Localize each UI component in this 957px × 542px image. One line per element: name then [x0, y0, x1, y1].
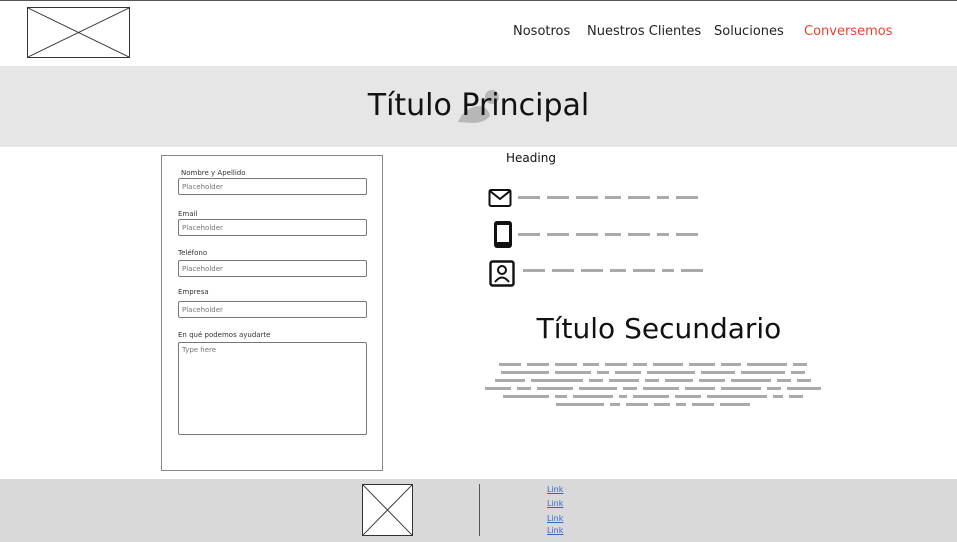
secondary-title: Título Secundario [536, 312, 782, 345]
field-label-email: Email [178, 210, 198, 218]
footer-logo-placeholder[interactable] [362, 484, 413, 536]
email-input[interactable] [178, 219, 367, 236]
site-header: Nosotros Nuestros Clientes Soluciones Co… [0, 1, 957, 66]
nav-link-nosotros[interactable]: Nosotros [513, 24, 570, 39]
name-input[interactable] [178, 178, 367, 195]
image-placeholder-icon [363, 485, 412, 535]
hero-banner: Título Principal [0, 66, 957, 147]
contact-text-placeholder [523, 269, 703, 272]
site-footer: Link Link Link Link [0, 479, 957, 542]
phone-icon [494, 221, 512, 248]
footer-link-1[interactable]: Link [547, 485, 563, 494]
image-placeholder-icon [28, 8, 129, 57]
footer-divider [479, 484, 480, 536]
field-label-name: Nombre y Apellido [181, 169, 246, 177]
footer-link-4[interactable]: Link [547, 526, 563, 535]
logo-placeholder[interactable] [27, 7, 130, 58]
mail-text-placeholder [518, 196, 698, 199]
nav-link-soluciones[interactable]: Soluciones [714, 24, 784, 39]
contact-card-icon [489, 260, 515, 287]
field-label-phone: Teléfono [178, 249, 208, 257]
message-textarea[interactable] [178, 342, 367, 435]
mail-icon [488, 189, 512, 207]
footer-link-3[interactable]: Link [547, 514, 563, 523]
page-title: Título Principal [367, 88, 590, 123]
footer-link-2[interactable]: Link [547, 499, 563, 508]
nav-link-conversemos[interactable]: Conversemos [804, 24, 892, 39]
phone-text-placeholder [518, 233, 698, 236]
paragraph-placeholder [476, 360, 830, 408]
contact-heading: Heading [506, 151, 556, 165]
nav-link-nuestros-clientes[interactable]: Nuestros Clientes [587, 24, 701, 39]
field-label-company: Empresa [178, 288, 209, 296]
phone-input[interactable] [178, 260, 367, 277]
